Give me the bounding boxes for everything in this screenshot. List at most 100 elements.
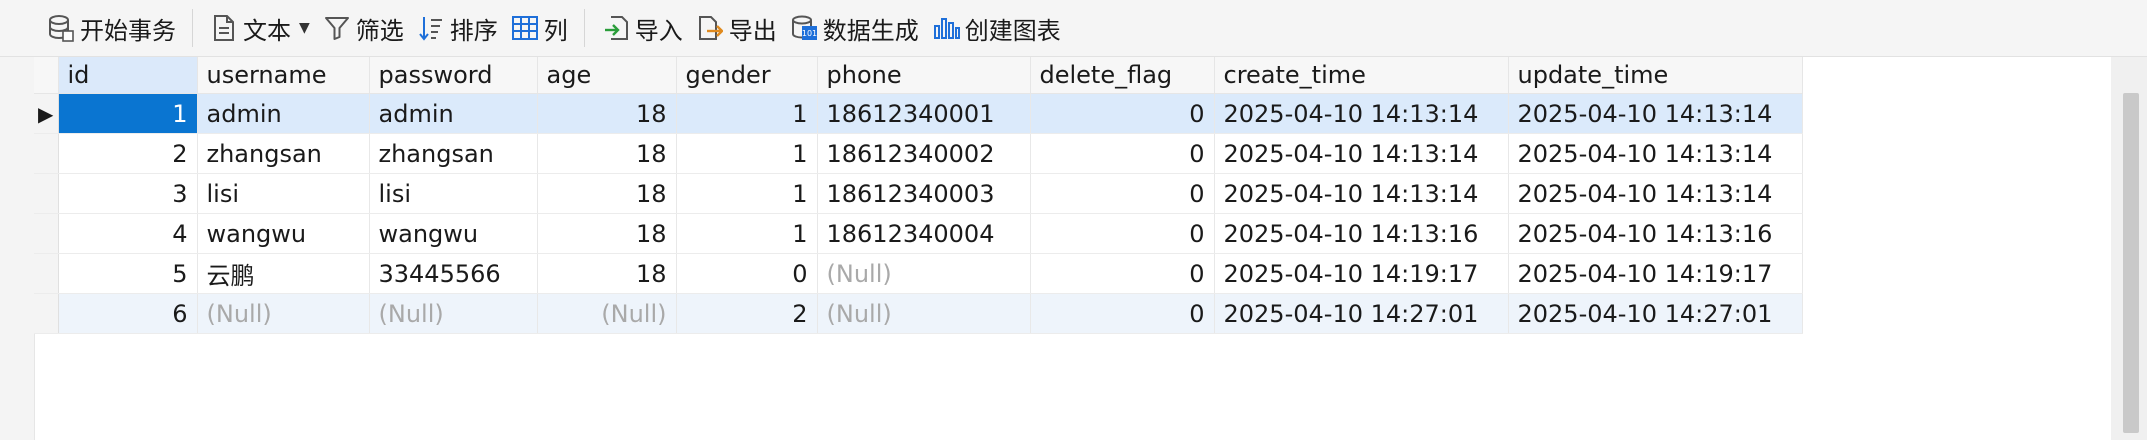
data-grid[interactable]: id username password age gender phone de… <box>0 57 2147 440</box>
cell-age[interactable]: 18 <box>537 213 677 254</box>
left-gutter <box>0 57 35 440</box>
text-view-button[interactable]: 文本 ▼ <box>203 8 316 48</box>
columns-label: 列 <box>543 16 568 45</box>
row-marker-header <box>34 57 59 94</box>
cell-username[interactable]: admin <box>197 93 370 134</box>
cell-age[interactable]: 18 <box>537 133 677 174</box>
filter-button[interactable]: 筛选 <box>316 8 410 48</box>
cell-id[interactable]: 6 <box>58 293 198 334</box>
begin-transaction-label: 开始事务 <box>80 16 176 45</box>
create-chart-button[interactable]: 创建图表 <box>925 8 1067 48</box>
column-header-delete-flag[interactable]: delete_flag <box>1030 57 1215 94</box>
begin-transaction-button[interactable]: 开始事务 <box>40 8 182 48</box>
cell-password[interactable]: admin <box>369 93 538 134</box>
cell-create-time[interactable]: 2025-04-10 14:13:14 <box>1214 133 1509 174</box>
cell-phone[interactable]: (Null) <box>817 293 1031 334</box>
sort-icon <box>416 13 446 43</box>
cell-phone[interactable]: 18612340001 <box>817 93 1031 134</box>
cell-password[interactable]: lisi <box>369 173 538 214</box>
cell-update-time[interactable]: 2025-04-10 14:13:16 <box>1508 213 1803 254</box>
vertical-scrollbar[interactable] <box>2111 57 2147 440</box>
cell-create-time[interactable]: 2025-04-10 14:19:17 <box>1214 253 1509 294</box>
table-row[interactable]: 3 lisi lisi 18 1 18612340003 0 2025-04-1… <box>34 173 1803 214</box>
export-icon <box>695 13 725 43</box>
table-row[interactable]: ▶ 1 admin admin 18 1 18612340001 0 2025-… <box>34 93 1803 134</box>
cell-update-time[interactable]: 2025-04-10 14:19:17 <box>1508 253 1803 294</box>
cell-age[interactable]: (Null) <box>537 293 677 334</box>
cell-password[interactable]: wangwu <box>369 213 538 254</box>
grid-icon <box>510 13 540 43</box>
column-header-age[interactable]: age <box>537 57 677 94</box>
cell-id[interactable]: 2 <box>58 133 198 174</box>
row-marker <box>34 253 59 294</box>
cell-update-time[interactable]: 2025-04-10 14:13:14 <box>1508 173 1803 214</box>
cell-create-time[interactable]: 2025-04-10 14:13:14 <box>1214 173 1509 214</box>
cell-age[interactable]: 18 <box>537 93 677 134</box>
columns-button[interactable]: 列 <box>504 8 574 48</box>
column-header-update-time[interactable]: update_time <box>1508 57 1803 94</box>
cell-id[interactable]: 3 <box>58 173 198 214</box>
cell-delete-flag[interactable]: 0 <box>1030 293 1215 334</box>
cell-username[interactable]: zhangsan <box>197 133 370 174</box>
cell-username[interactable]: (Null) <box>197 293 370 334</box>
row-marker <box>34 133 59 174</box>
cell-username[interactable]: 云鹏 <box>197 253 370 294</box>
cell-update-time[interactable]: 2025-04-10 14:13:14 <box>1508 93 1803 134</box>
cell-update-time[interactable]: 2025-04-10 14:27:01 <box>1508 293 1803 334</box>
column-header-id[interactable]: id <box>58 57 198 94</box>
data-generate-label: 数据生成 <box>822 16 919 45</box>
filter-label: 筛选 <box>355 16 404 45</box>
export-button[interactable]: 导出 <box>689 8 783 48</box>
column-header-phone[interactable]: phone <box>817 57 1031 94</box>
export-label: 导出 <box>728 16 777 45</box>
cell-create-time[interactable]: 2025-04-10 14:13:14 <box>1214 93 1509 134</box>
cell-delete-flag[interactable]: 0 <box>1030 213 1215 254</box>
sort-button[interactable]: 排序 <box>410 8 504 48</box>
toolbar-divider <box>192 9 193 47</box>
table-row[interactable]: 4 wangwu wangwu 18 1 18612340004 0 2025-… <box>34 213 1803 254</box>
cell-delete-flag[interactable]: 0 <box>1030 173 1215 214</box>
cell-delete-flag[interactable]: 0 <box>1030 253 1215 294</box>
table-row[interactable]: 2 zhangsan zhangsan 18 1 18612340002 0 2… <box>34 133 1803 174</box>
cell-gender[interactable]: 1 <box>676 93 818 134</box>
cell-phone[interactable]: 18612340004 <box>817 213 1031 254</box>
cell-delete-flag[interactable]: 0 <box>1030 133 1215 174</box>
cell-phone[interactable]: 18612340003 <box>817 173 1031 214</box>
column-header-password[interactable]: password <box>369 57 538 94</box>
cell-age[interactable]: 18 <box>537 253 677 294</box>
cell-create-time[interactable]: 2025-04-10 14:13:16 <box>1214 213 1509 254</box>
chevron-down-icon[interactable]: ▼ <box>299 20 310 36</box>
import-button[interactable]: 导入 <box>595 8 689 48</box>
cell-create-time[interactable]: 2025-04-10 14:27:01 <box>1214 293 1509 334</box>
cell-id[interactable]: 1 <box>58 93 198 134</box>
text-view-label: 文本 <box>243 16 291 45</box>
cell-password[interactable]: 33445566 <box>369 253 538 294</box>
cell-username[interactable]: wangwu <box>197 213 370 254</box>
cell-gender[interactable]: 2 <box>676 293 818 334</box>
cell-username[interactable]: lisi <box>197 173 370 214</box>
cell-gender[interactable]: 1 <box>676 173 818 214</box>
data-generate-button[interactable]: 101 数据生成 <box>783 8 925 48</box>
cell-gender[interactable]: 1 <box>676 133 818 174</box>
cell-age[interactable]: 18 <box>537 173 677 214</box>
cell-phone[interactable]: (Null) <box>817 253 1031 294</box>
header-row: id username password age gender phone de… <box>34 57 1803 94</box>
table-row[interactable]: 5 云鹏 33445566 18 0 (Null) 0 2025-04-10 1… <box>34 253 1803 294</box>
scrollbar-thumb[interactable] <box>2123 93 2139 433</box>
cell-id[interactable]: 5 <box>58 253 198 294</box>
cell-phone[interactable]: 18612340002 <box>817 133 1031 174</box>
column-header-username[interactable]: username <box>197 57 370 94</box>
cell-id[interactable]: 4 <box>58 213 198 254</box>
cell-password[interactable]: zhangsan <box>369 133 538 174</box>
document-icon <box>209 13 239 43</box>
column-header-create-time[interactable]: create_time <box>1214 57 1509 94</box>
cell-gender[interactable]: 0 <box>676 253 818 294</box>
cell-password[interactable]: (Null) <box>369 293 538 334</box>
current-row-arrow-icon: ▶ <box>34 93 59 134</box>
cell-gender[interactable]: 1 <box>676 213 818 254</box>
database-icon <box>46 13 76 43</box>
cell-delete-flag[interactable]: 0 <box>1030 93 1215 134</box>
column-header-gender[interactable]: gender <box>676 57 818 94</box>
table-row[interactable]: 6 (Null) (Null) (Null) 2 (Null) 0 2025-0… <box>34 293 1803 334</box>
cell-update-time[interactable]: 2025-04-10 14:13:14 <box>1508 133 1803 174</box>
